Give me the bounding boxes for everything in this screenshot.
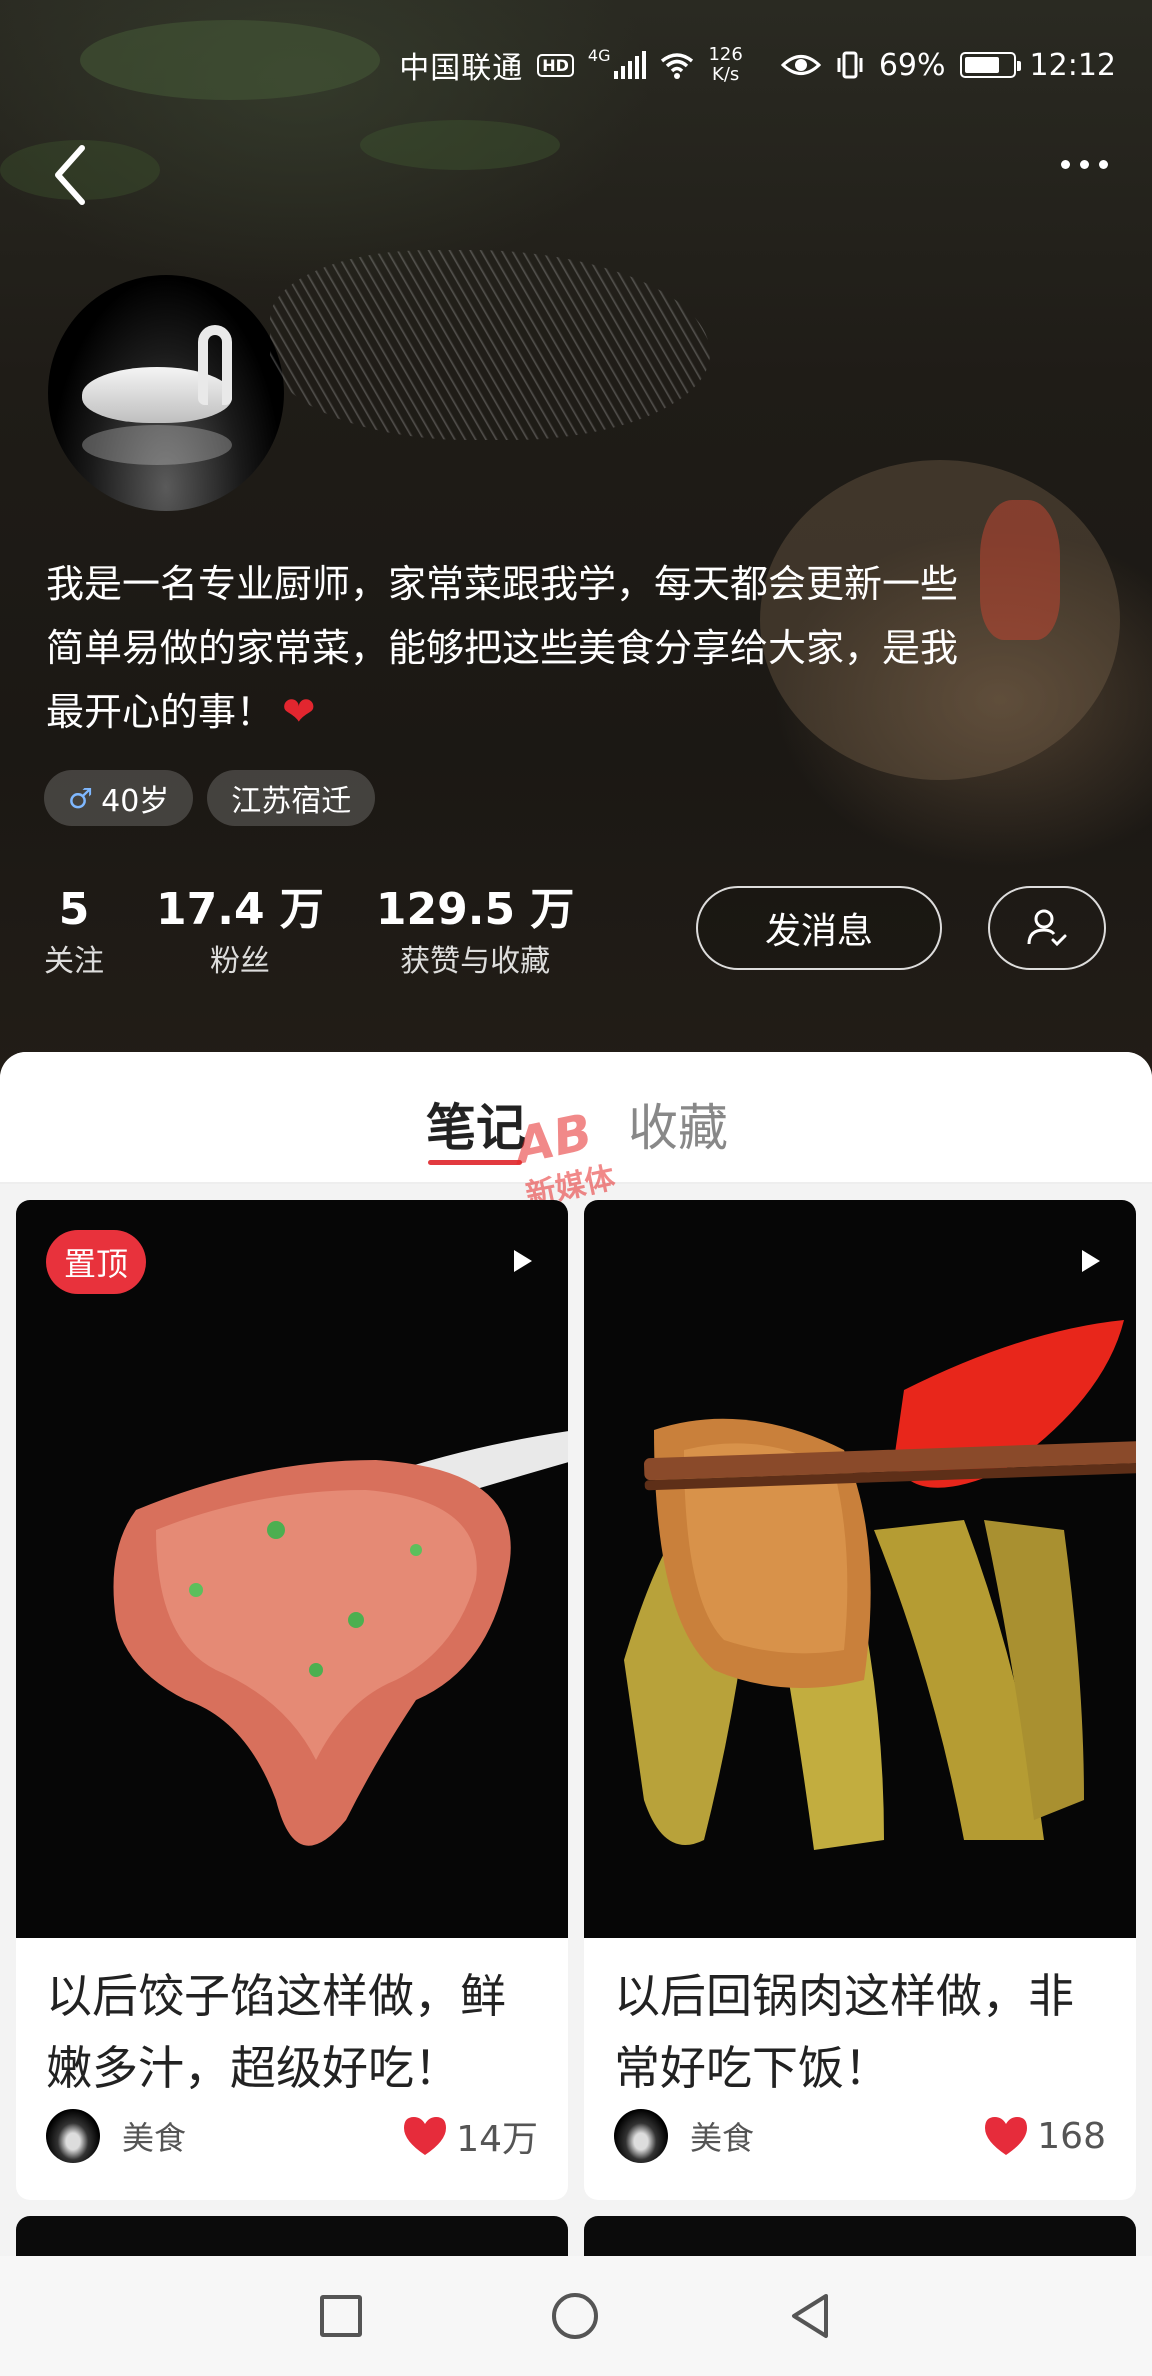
following-label: 关注 [44, 944, 104, 979]
heart-icon [404, 2117, 447, 2155]
note-card[interactable]: 以后回锅肉这样做，非 常好吃下饭！ 美食 168 [584, 1200, 1136, 2200]
status-bar: 中国联通 HD 4G 126 K/s 69% 12:12 [399, 40, 1116, 90]
profile-stats: 5 关注 17.4 万 粉丝 129.5 万 获赞与收藏 [44, 880, 574, 984]
background-foliage [80, 20, 380, 100]
profile-tags: ♂ 40岁 江苏宿迁 [44, 770, 376, 826]
age-tag: ♂ 40岁 [44, 770, 194, 826]
bio-line: 简单易做的家常菜，能够把这些美食分享给大家，是我 [46, 626, 959, 670]
battery-percent: 69% [878, 47, 946, 83]
location-tag: 江苏宿迁 [207, 770, 376, 826]
author-name[interactable]: 美食 [690, 2113, 983, 2159]
signal-icon [614, 51, 647, 79]
dumpling-filling-photo [113, 1431, 568, 1846]
profile-avatar[interactable] [48, 275, 284, 511]
note-title[interactable]: 以后回锅肉这样做，非 常好吃下饭！ [584, 1938, 1136, 2118]
note-cover-video[interactable]: 置顶 [16, 1200, 568, 1938]
profile-bio: 我是一名专业厨师，家常菜跟我学，每天都会更新一些 简单易做的家常菜，能够把这些美… [46, 552, 1086, 744]
male-gender-icon: ♂ [68, 781, 94, 815]
likes-collections-count: 129.5 万 [375, 884, 575, 935]
note-title-line: 以后饺子馅这样做，鲜 [46, 1969, 506, 2023]
system-navigation-bar [0, 2256, 1152, 2376]
twice-cooked-pork-photo [624, 1320, 1136, 1850]
more-dots-icon [1061, 160, 1070, 169]
more-dots-icon [1080, 160, 1089, 169]
recent-apps-button[interactable] [320, 2295, 362, 2337]
author-avatar[interactable] [614, 2109, 668, 2163]
clock-time: 12:12 [1029, 47, 1116, 83]
back-arrow-icon[interactable] [48, 140, 94, 210]
user-check-icon [1027, 909, 1067, 947]
profile-tabs: 笔记 收藏 AB 新媒体 [0, 1052, 1152, 1214]
following-count: 5 [58, 884, 90, 935]
note-title[interactable]: 以后饺子馅这样做，鲜 嫩多汁，超级好吃！ [16, 1938, 568, 2118]
vibrate-icon [837, 51, 863, 79]
send-message-button[interactable]: 发消息 [696, 886, 942, 970]
home-button[interactable] [552, 2293, 598, 2339]
author-name[interactable]: 美食 [122, 2113, 402, 2159]
network-type: 4G [587, 46, 611, 65]
note-title-line: 常好吃下饭！ [614, 2041, 890, 2095]
followed-status-button[interactable] [988, 886, 1106, 970]
author-avatar[interactable] [46, 2109, 100, 2163]
fans-stat[interactable]: 17.4 万 粉丝 [156, 880, 324, 984]
location-tag-label: 江苏宿迁 [231, 784, 352, 819]
note-card[interactable]: 置顶 以后饺子馅这样做，鲜 嫩多汁，超级好吃！ 美食 14万 [16, 1200, 568, 2200]
network-speed-unit: K/s [712, 64, 740, 85]
profile-screen: 中国联通 HD 4G 126 K/s 69% 12:12 我是一名专业厨师，家常… [0, 0, 1152, 2376]
wifi-icon [661, 53, 694, 79]
note-title-line: 以后回锅肉这样做，非 [614, 1969, 1074, 2023]
hd-voice-icon: HD [537, 53, 574, 77]
carrier-name: 中国联通 [399, 51, 524, 86]
bio-line: 最开心的事！ [46, 690, 275, 734]
likes-collections-stat[interactable]: 129.5 万 获赞与收藏 [376, 880, 575, 984]
background-foliage [360, 120, 560, 170]
like-button[interactable]: 14万 [402, 2110, 538, 2162]
like-button[interactable]: 168 [983, 2115, 1106, 2157]
heart-emoji-icon: ❤ [282, 689, 316, 735]
fans-label: 粉丝 [209, 944, 270, 979]
heart-icon [985, 2117, 1028, 2155]
network-speed: 126 K/s [708, 45, 742, 85]
note-cover-video[interactable] [584, 1200, 1136, 1938]
note-meta: 美食 168 [614, 2108, 1106, 2164]
note-meta: 美食 14万 [46, 2108, 538, 2164]
eye-icon [780, 55, 821, 75]
age-tag-label: 40岁 [101, 784, 170, 819]
swan-reflection [82, 425, 232, 465]
system-back-button[interactable] [788, 2292, 832, 2340]
fans-count: 17.4 万 [156, 884, 324, 935]
note-title-line: 嫩多汁，超级好吃！ [46, 2041, 460, 2095]
likes-collections-label: 获赞与收藏 [400, 944, 551, 979]
following-stat[interactable]: 5 关注 [44, 880, 104, 984]
more-options-button[interactable] [1061, 160, 1108, 169]
more-dots-icon [1099, 160, 1108, 169]
swan-neck [198, 325, 232, 405]
network-speed-value: 126 [708, 44, 743, 65]
active-tab-indicator [428, 1160, 522, 1165]
like-count: 168 [1037, 2115, 1106, 2157]
content-sheet: 笔记 收藏 AB 新媒体 置顶 以后饺子馅这样做，鲜 嫩多汁，超级好吃！ 美食 … [0, 1052, 1152, 2376]
like-count: 14万 [456, 2119, 538, 2160]
bio-line: 我是一名专业厨师，家常菜跟我学，每天都会更新一些 [46, 562, 959, 606]
battery-icon [959, 52, 1021, 78]
